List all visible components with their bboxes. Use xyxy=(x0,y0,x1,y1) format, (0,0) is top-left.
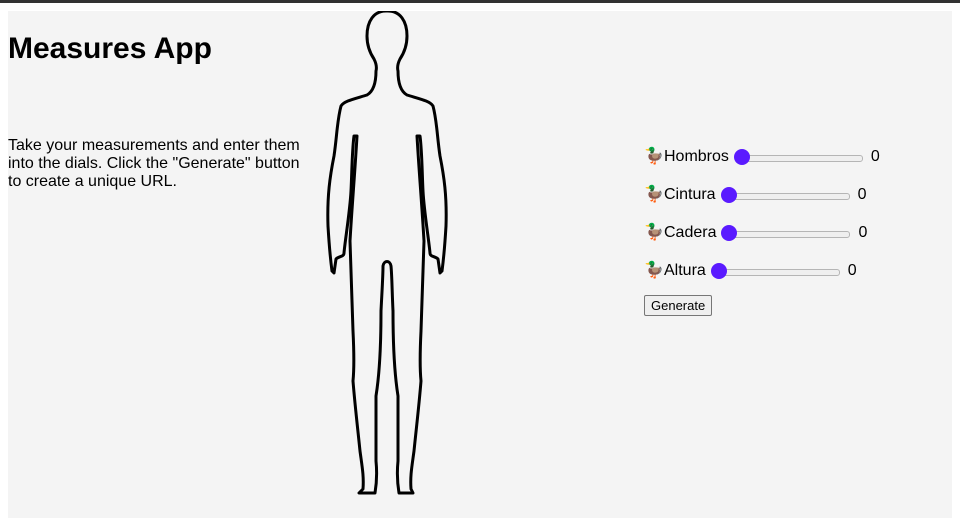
duck-icon: 🦆 xyxy=(644,186,664,203)
slider-row-cintura: 🦆 Cintura 0 xyxy=(644,176,944,214)
slider-row-altura: 🦆 Altura 0 xyxy=(644,252,944,290)
app-panel: Measures App Take your measurements and … xyxy=(8,11,952,518)
measurement-controls: 🦆 Hombros 0 🦆 Cintura 0 🦆 Cadera 0 🦆 Alt… xyxy=(644,138,944,316)
duck-icon: 🦆 xyxy=(644,148,664,165)
slider-row-hombros: 🦆 Hombros 0 xyxy=(644,138,944,176)
top-bar xyxy=(0,0,960,3)
instructions-text: Take your measurements and enter them in… xyxy=(8,137,300,190)
duck-icon: 🦆 xyxy=(644,224,664,241)
cadera-slider[interactable] xyxy=(721,223,851,243)
slider-label-cintura: Cintura xyxy=(664,186,716,203)
slider-thumb[interactable] xyxy=(720,187,737,203)
hombros-slider[interactable] xyxy=(733,147,863,167)
slider-label-cadera: Cadera xyxy=(664,224,717,241)
slider-label-hombros: Hombros xyxy=(664,148,729,165)
human-body-icon xyxy=(326,11,448,495)
altura-slider[interactable] xyxy=(710,261,840,281)
slider-value-cintura: 0 xyxy=(857,186,867,203)
slider-label-altura: Altura xyxy=(664,262,706,279)
cintura-slider[interactable] xyxy=(720,185,850,205)
slider-track xyxy=(711,269,840,276)
slider-row-cadera: 🦆 Cadera 0 xyxy=(644,214,944,252)
slider-thumb[interactable] xyxy=(721,225,738,241)
slider-value-hombros: 0 xyxy=(870,148,880,165)
page-title: Measures App xyxy=(8,32,212,65)
slider-track xyxy=(734,155,863,162)
slider-track xyxy=(722,231,851,238)
slider-value-altura: 0 xyxy=(847,262,857,279)
slider-thumb[interactable] xyxy=(710,263,727,279)
slider-value-cadera: 0 xyxy=(858,224,868,241)
generate-button[interactable]: Generate xyxy=(644,295,713,316)
slider-thumb[interactable] xyxy=(733,149,750,165)
duck-icon: 🦆 xyxy=(644,262,664,279)
slider-track xyxy=(721,193,850,200)
